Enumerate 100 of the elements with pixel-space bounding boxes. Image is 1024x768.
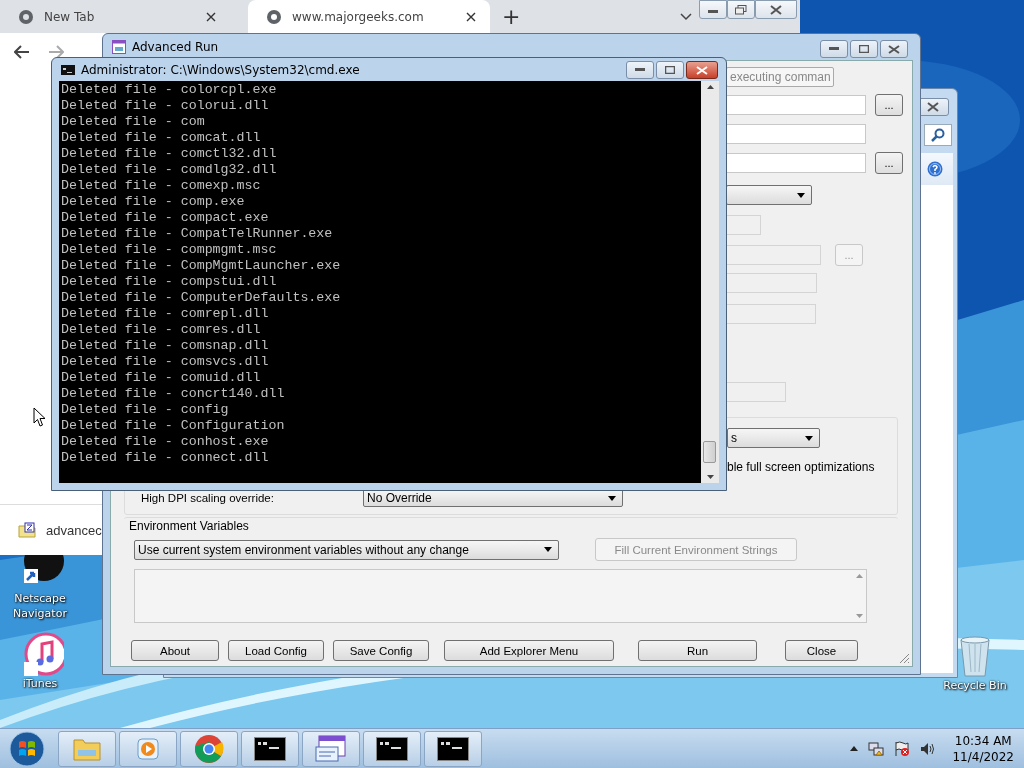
dropdown-arrow-icon [805,435,813,441]
taskbar-button[interactable] [424,730,482,767]
console-line: Deleted file - colorcpl.exe [61,82,278,98]
restore-icon [735,4,747,15]
new-tab-button[interactable]: + [498,4,525,29]
start-button[interactable] [9,730,45,767]
console-line: Deleted file - comdlg32.dll [61,162,278,178]
dialog-button[interactable]: Load Config [228,640,324,661]
dropdown-arrow-icon [797,192,805,198]
console-line: Deleted file - CompatTelRunner.exe [61,226,334,242]
console-line: Deleted file - ComputerDefaults.exe [61,290,342,306]
clock-time[interactable]: 10:34 AM [954,732,1012,749]
taskbar-button[interactable] [363,730,421,767]
browse-button[interactable]: ... [875,94,903,116]
console-line: Deleted file - compmgmt.msc [61,242,278,258]
console-icon [376,736,408,761]
window-title: Administrator: C:\Windows\System32\cmd.exe [81,62,360,77]
restore-button[interactable] [727,0,755,19]
dropdown-arrow-icon [608,495,616,501]
checkbox-label[interactable]: ble full screen optimizations [727,460,897,474]
chevron-down-icon[interactable] [680,12,693,21]
text-field[interactable] [726,124,866,144]
restore-button[interactable] [656,61,684,79]
minimize-button[interactable] [626,61,654,79]
console-line: Deleted file - concrt140.dll [61,386,286,402]
console-line: Deleted file - Configuration [61,418,286,434]
console-line: Deleted file - comsvcs.dll [61,354,270,370]
console-icon [254,736,286,761]
console-line: Deleted file - com [61,114,206,130]
minimize-icon [635,68,645,72]
console-line: Deleted file - conhost.exe [61,434,270,450]
search-icon [931,128,945,142]
app-window-icon [315,734,347,763]
close-button[interactable] [880,40,908,58]
minimize-button[interactable] [820,40,848,58]
network-icon[interactable] [868,740,885,757]
console-line: Deleted file - comres.dll [61,322,262,338]
close-icon [888,44,900,54]
console-line: Deleted file - comrepl.dll [61,306,270,322]
console-icon [437,736,469,761]
forward-arrow-icon[interactable] [48,44,64,59]
dropdown[interactable]: s [727,428,820,448]
console-line: Deleted file - comsnap.dll [61,338,270,354]
resize-grip-icon[interactable] [898,652,910,664]
close-button[interactable] [686,61,718,79]
console-line: Deleted file - comcat.dll [61,130,262,146]
dropdown[interactable]: Use current system environment variables without any change [134,539,559,560]
close-icon[interactable] [206,11,216,22]
dialog-button[interactable]: Close [785,640,858,661]
taskbar-button[interactable] [241,730,299,767]
search-field[interactable] [924,124,952,146]
group-title: Environment Variables [129,519,250,533]
play-icon [135,735,161,762]
clock-date[interactable]: 11/4/2022 [952,748,1014,765]
dropdown[interactable] [726,185,812,205]
console-line: Deleted file - colorui.dll [61,98,270,114]
console-line: Deleted file - comexp.msc [61,178,262,194]
back-arrow-icon[interactable] [14,44,30,59]
browser-tab[interactable]: www.majorgeeks.com [248,0,490,33]
console-line: Deleted file - compstui.dll [61,274,278,290]
restore-icon [665,66,675,74]
close-icon [770,4,782,15]
dialog-button[interactable]: Run [638,640,757,661]
minimize-button[interactable] [699,0,727,19]
maximize-button[interactable] [850,40,878,58]
mouse-cursor-icon [33,407,46,427]
dropdown-arrow-icon [544,547,552,552]
close-icon [926,102,940,112]
minimize-icon [829,47,839,51]
dialog-button[interactable]: Save Config [333,640,429,661]
console-line: Deleted file - config [61,402,230,418]
scroll-down-icon[interactable] [706,475,714,479]
browser-tab[interactable]: New Tab [0,0,230,33]
console-line: Deleted file - comp.exe [61,194,246,210]
window-title: Advanced Run [132,40,219,54]
console-line: Deleted file - compact.exe [61,210,270,226]
console-line: Deleted file - comuid.dll [61,370,262,386]
text-field[interactable] [726,153,866,173]
flag-icon[interactable] [894,740,911,757]
text-field[interactable] [726,95,866,115]
download-file-name[interactable]: advancec [46,522,102,538]
console-line: Deleted file - connect.dll [61,450,270,466]
scroll-thumb[interactable] [703,441,716,463]
zip-folder-icon [18,522,36,538]
app-window-icon [112,40,126,54]
scrollbar[interactable] [701,81,719,483]
field-label: High DPI scaling override: [141,492,275,504]
console-line: Deleted file - comctl32.dll [61,146,278,162]
dialog-button[interactable]: About [131,640,219,661]
close-button[interactable] [755,0,797,19]
show-hidden-icons-icon[interactable] [850,746,859,751]
chrome-icon [194,733,224,764]
close-icon[interactable] [466,11,476,22]
maximize-icon [859,45,869,53]
dialog-button[interactable]: Add Explorer Menu [444,640,614,661]
close-icon [696,65,708,75]
console-icon [61,64,75,75]
browse-button[interactable]: ... [875,152,903,174]
console-line: Deleted file - CompMgmtLauncher.exe [61,258,342,274]
help-icon[interactable] [927,161,943,177]
